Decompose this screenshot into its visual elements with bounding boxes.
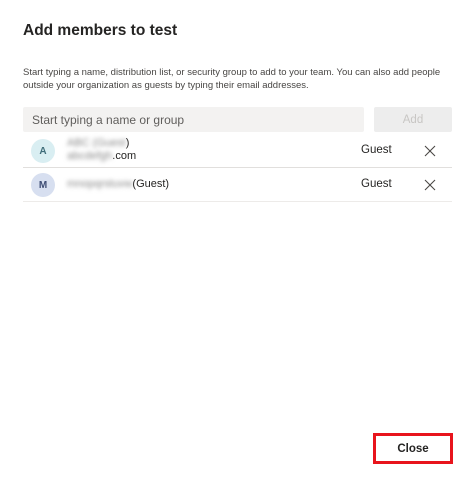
member-email-suffix: .com	[112, 150, 137, 162]
member-name-redacted: ABC (Guest	[67, 137, 126, 149]
member-name-redacted: mnopqrstuvw	[67, 178, 133, 190]
member-row: M mnopqrstuvw(Guest) Guest	[23, 169, 452, 202]
member-role: Guest	[361, 144, 392, 156]
avatar: M	[31, 173, 55, 197]
remove-member-button[interactable]	[422, 143, 438, 159]
member-row: A ABC (Guest) abcdefgh.com Guest	[23, 135, 452, 168]
member-name: ABC (Guest)	[67, 137, 136, 150]
dialog-title: Add members to test	[23, 22, 178, 39]
avatar: A	[31, 139, 55, 163]
add-button[interactable]: Add	[374, 107, 452, 132]
close-icon	[424, 179, 436, 191]
member-search-input[interactable]	[32, 112, 364, 127]
member-name-suffix: (Guest)	[132, 178, 170, 190]
member-email-redacted: abcdefgh	[67, 150, 113, 162]
close-button[interactable]: Close	[378, 438, 448, 459]
add-members-dialog: Add members to test Start typing a name,…	[0, 0, 474, 485]
search-box[interactable]	[23, 107, 364, 132]
member-name-suffix: )	[125, 137, 130, 149]
member-email: abcdefgh.com	[67, 150, 136, 163]
member-role: Guest	[361, 178, 392, 190]
member-info: ABC (Guest) abcdefgh.com	[67, 137, 136, 163]
close-icon	[424, 145, 436, 157]
dialog-description: Start typing a name, distribution list, …	[23, 67, 441, 91]
remove-member-button[interactable]	[422, 177, 438, 193]
member-name: mnopqrstuvw(Guest)	[67, 178, 169, 191]
